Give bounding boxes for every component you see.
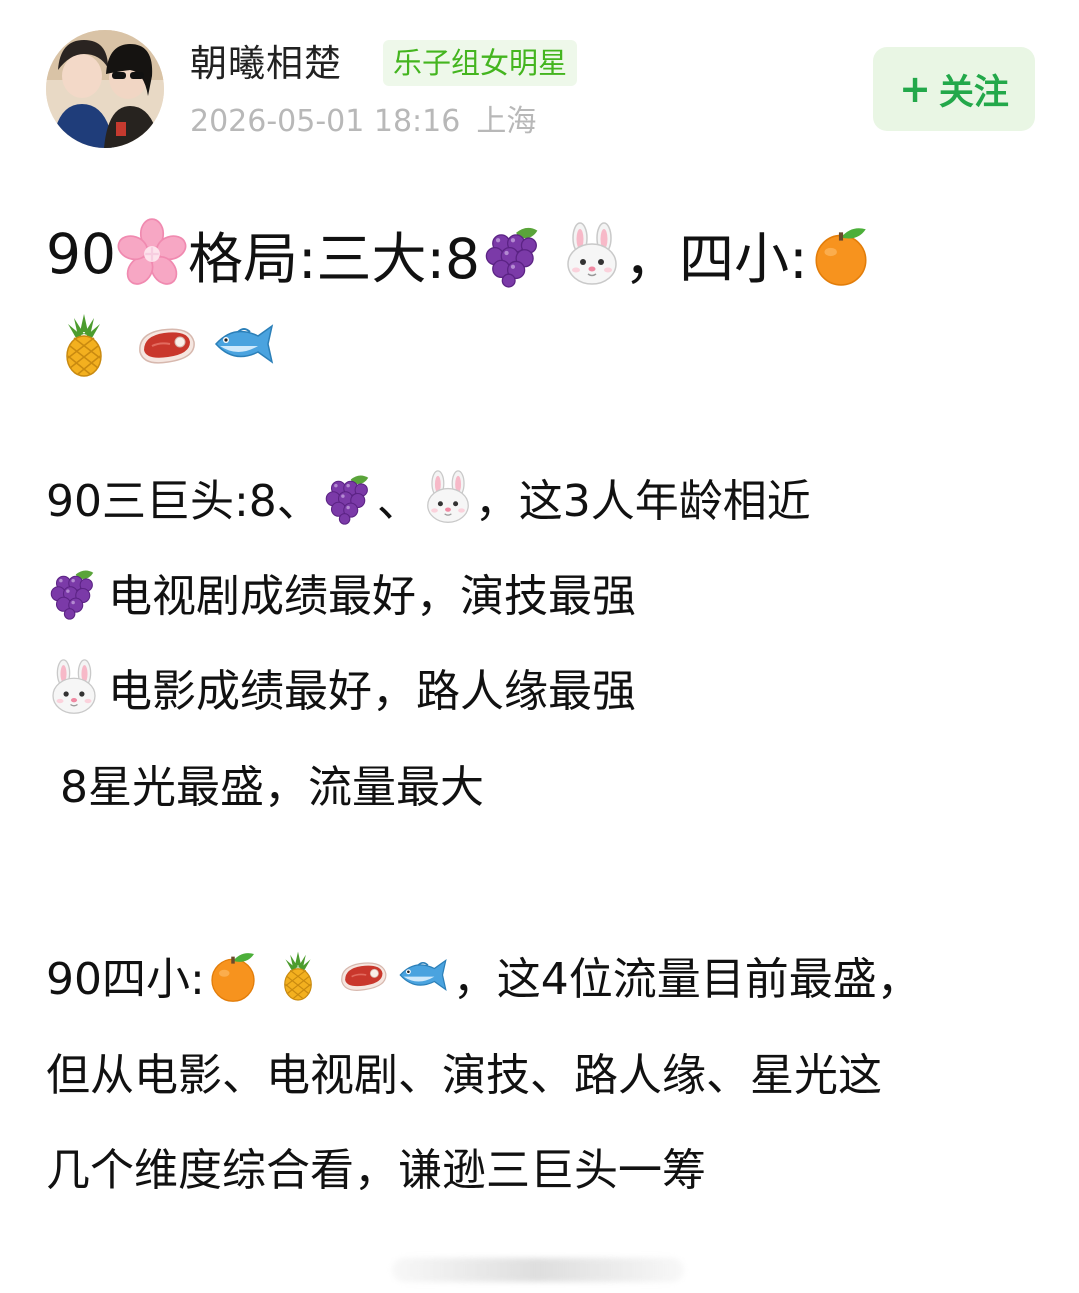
post-line: 几个维度综合看，谦逊三巨头一筹 (46, 1131, 706, 1201)
grapes-icon (46, 564, 102, 620)
post-text: 、 (376, 476, 421, 527)
meat-icon (333, 949, 393, 1001)
rabbit-face-icon (421, 470, 475, 524)
post-text: ，四小: (624, 227, 808, 291)
post-line: 90四小: ，这4位流量目前最盛， (46, 940, 921, 1010)
post-text: ，这4位流量目前最盛， (452, 954, 921, 1005)
cherry-blossom-icon (116, 218, 188, 290)
post-line: 8星光最盛，流量最大 (46, 748, 484, 818)
post-line: 90 格局:三大:8 ，四小: (46, 214, 874, 294)
meat-icon (130, 312, 202, 376)
pineapple-icon (273, 947, 323, 1003)
post-text: ，这3人年龄相近 (474, 476, 811, 527)
post-timestamp: 2026-05-01 18:16 (190, 104, 461, 139)
post-text: 90四小: (46, 954, 205, 1005)
post-text: 几个维度综合看，谦逊三巨头一筹 (46, 1145, 706, 1196)
post-text: 电视剧成绩最好，演技最强 (108, 571, 636, 622)
post-text: 90 (46, 222, 116, 286)
follow-button-label: 关注 (938, 72, 1009, 113)
post-header: 朝曦相楚 乐子组女明星 2026-05-01 18:16 上海 + 关注 (0, 0, 1079, 170)
rabbit-face-icon (560, 222, 624, 286)
post-line (46, 304, 280, 384)
author-name[interactable]: 朝曦相楚 (190, 40, 342, 88)
tangerine-icon (808, 221, 874, 287)
post-line: 电视剧成绩最好，演技最强 (46, 557, 636, 627)
post-text: 格局:三大:8 (188, 227, 481, 291)
post-line: 电影成绩最好，路人缘最强 (46, 652, 636, 722)
rabbit-face-icon (46, 659, 102, 715)
tangerine-icon (205, 947, 261, 1003)
avatar[interactable] (46, 30, 164, 148)
grapes-icon (480, 220, 548, 288)
blurred-footer-text (392, 1258, 684, 1282)
fish-icon (208, 312, 280, 376)
follow-button[interactable]: + 关注 (873, 47, 1035, 131)
post-location: 上海 (476, 104, 537, 139)
fish-icon (393, 949, 453, 1001)
plus-icon: + (899, 67, 931, 111)
post-text: 电影成绩最好，路人缘最强 (108, 666, 636, 717)
post-meta: 2026-05-01 18:16 上海 (190, 102, 552, 142)
post-text: 但从电影、电视剧、演技、路人缘、星光这 (46, 1050, 882, 1101)
grapes-icon (321, 469, 377, 525)
pineapple-icon (52, 309, 116, 379)
post-line: 但从电影、电视剧、演技、路人缘、星光这 (46, 1036, 882, 1106)
author-badge: 乐子组女明星 (383, 40, 578, 86)
post-line: 90三巨头:8、 、 ，这3人年龄相近 (46, 462, 811, 532)
post-text: 90三巨头:8、 (46, 476, 321, 527)
post-text: 8星光最盛，流量最大 (46, 762, 484, 813)
